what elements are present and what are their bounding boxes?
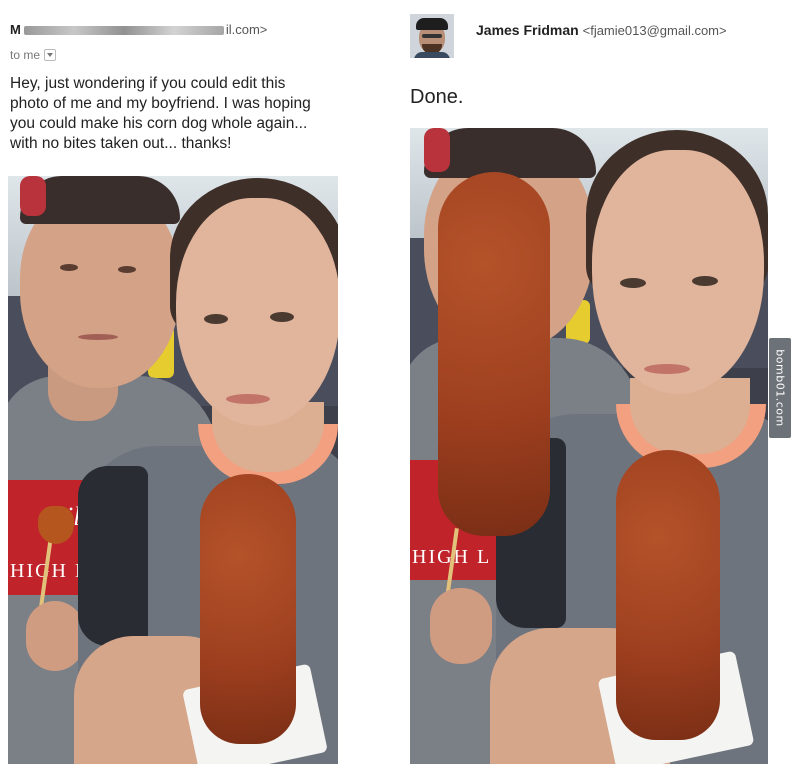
reply-email-panel: James Fridman <fjamie013@gmail.com> Done… [400, 0, 800, 778]
avatar-shirt [414, 52, 450, 58]
reply-sender-name: James Fridman [476, 22, 579, 38]
girlfriend-sleeve [78, 466, 148, 646]
boyfriend-eye-left [60, 264, 78, 271]
boyfriend-mouth [78, 334, 118, 340]
site-watermark: bomb01.com [769, 338, 791, 438]
girlfriend-eye-right [692, 276, 718, 286]
reply-message-body: Done. [410, 86, 464, 108]
girlfriend-eye-right [270, 312, 294, 322]
request-email-panel: Mil.com> to me Hey, just wondering if yo… [0, 0, 400, 778]
reply-sender-email: <fjamie013@gmail.com> [582, 23, 727, 38]
boyfriend-cap-brim [424, 128, 450, 172]
girlfriend-corndog [616, 450, 720, 740]
sender-avatar[interactable] [410, 14, 454, 58]
sender-initial: M [10, 22, 21, 37]
boyfriend-hand [430, 588, 492, 664]
boyfriend-eye-right [118, 266, 136, 273]
watermark-text: bomb01.com [773, 349, 787, 427]
boyfriend-cap-brim [20, 176, 46, 216]
request-message-body: Hey, just wondering if you could edit th… [10, 75, 311, 152]
avatar-glasses [422, 34, 442, 38]
edited-photo: ill HIGH L [410, 128, 768, 764]
girlfriend-lips [226, 394, 270, 404]
girlfriend-face [592, 150, 764, 394]
recipient-dropdown-icon[interactable] [44, 49, 57, 61]
restored-whole-corndog [438, 172, 550, 536]
girlfriend-eye-left [204, 314, 228, 324]
redacted-sender-address [23, 26, 224, 36]
girlfriend-face [176, 198, 338, 426]
bitten-corndog-remnant [38, 506, 74, 544]
recipient-label: to me [10, 48, 41, 62]
request-sender[interactable]: Mil.com> [10, 22, 267, 37]
girlfriend-corndog [200, 474, 296, 744]
girlfriend-eye-left [620, 278, 646, 288]
recipient-line[interactable]: to me [10, 48, 57, 62]
avatar-hat [416, 18, 448, 30]
original-photo: ill HIGH L [8, 176, 338, 764]
boyfriend-hand [26, 601, 84, 671]
girlfriend-lips [644, 364, 690, 374]
sender-address-suffix: il.com> [225, 22, 268, 37]
reply-sender[interactable]: James Fridman <fjamie013@gmail.com> [476, 22, 727, 38]
